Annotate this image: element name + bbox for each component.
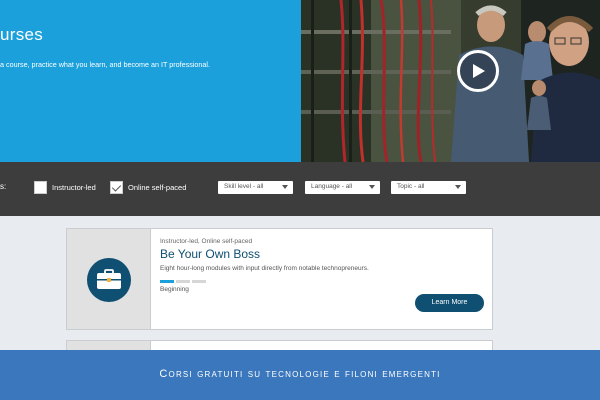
course-level: Beginning xyxy=(160,286,189,293)
learn-more-button[interactable]: Learn More xyxy=(415,294,484,312)
instructor-led-label: Instructor-led xyxy=(52,183,96,192)
course-title[interactable]: Be Your Own Boss xyxy=(160,247,260,261)
hero-title: urses xyxy=(0,25,44,44)
filter-label: s: xyxy=(0,182,7,191)
level-indicator-segment xyxy=(176,280,190,283)
course-description: Eight hour-long modules with input direc… xyxy=(160,265,369,272)
topic-value: Topic - all xyxy=(397,183,425,190)
hero-subtitle: a course, practice what you learn, and b… xyxy=(0,60,211,69)
chevron-down-icon xyxy=(369,185,375,189)
language-select[interactable]: Language - all xyxy=(305,181,380,194)
chevron-down-icon xyxy=(455,185,461,189)
online-self-paced-checkbox[interactable] xyxy=(110,181,123,194)
filter-instructor-led[interactable]: Instructor-led xyxy=(34,181,96,194)
promo-banner-text: Corsi gratuiti su tecnologie e filoni em… xyxy=(159,368,441,380)
hero-video[interactable] xyxy=(301,0,600,162)
level-indicator-segment xyxy=(160,280,174,283)
hero-section: urses a course, practice what you learn,… xyxy=(0,0,600,162)
promo-banner: Corsi gratuiti su tecnologie e filoni em… xyxy=(0,350,600,400)
level-indicator-segment xyxy=(192,280,206,283)
filter-online-self-paced[interactable]: Online self-paced xyxy=(110,181,186,194)
course-card: Instructor-led, Online self-paced Be You… xyxy=(66,228,493,330)
topic-select[interactable]: Topic - all xyxy=(391,181,466,194)
filter-bar: s: Instructor-led Online self-paced xyxy=(0,162,600,216)
skill-level-select[interactable]: Skill level - all xyxy=(218,181,293,194)
course-icon-circle xyxy=(87,258,131,302)
play-button[interactable] xyxy=(457,50,499,92)
language-value: Language - all xyxy=(311,183,353,190)
video-frame-image xyxy=(301,0,600,162)
course-thumbnail xyxy=(67,229,151,329)
instructor-led-checkbox[interactable] xyxy=(34,181,47,194)
course-delivery-type: Instructor-led, Online self-paced xyxy=(160,238,253,245)
chevron-down-icon xyxy=(282,185,288,189)
play-icon xyxy=(473,64,485,78)
hero-text-panel: urses a course, practice what you learn,… xyxy=(0,0,301,162)
briefcase-icon xyxy=(97,269,121,289)
online-self-paced-label: Online self-paced xyxy=(128,183,187,192)
skill-level-value: Skill level - all xyxy=(224,183,264,190)
